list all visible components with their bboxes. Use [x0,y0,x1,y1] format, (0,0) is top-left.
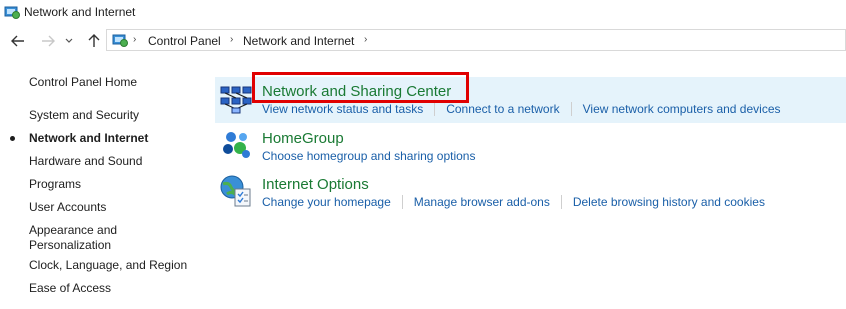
sidebar-item-ease-of-access[interactable]: Ease of Access [29,281,111,296]
navigation-bar: › Control Panel › Network and Internet › [0,28,846,54]
section-internet-options: Internet Options Change your homepage Ma… [215,170,846,216]
link-manage-browser-addons[interactable]: Manage browser add-ons [414,195,550,209]
breadcrumb-control-panel[interactable]: Control Panel [148,34,221,48]
up-arrow-icon [88,34,100,47]
link-delete-browsing-history[interactable]: Delete browsing history and cookies [573,195,765,209]
chevron-right-icon[interactable]: › [230,34,233,45]
network-sharing-center-links: View network status and tasks Connect to… [262,101,781,117]
forward-button[interactable] [38,30,58,52]
network-sharing-icon [220,86,252,114]
sidebar-item-network-and-internet: Network and Internet [29,131,149,145]
breadcrumb-network-and-internet[interactable]: Network and Internet [243,34,354,48]
address-bar[interactable]: › Control Panel › Network and Internet › [106,29,846,51]
title-bar: Network and Internet [0,0,846,24]
sidebar-item-appearance-and-personalization[interactable]: Appearance and Personalization [29,223,117,253]
window-title: Network and Internet [24,5,136,19]
internet-options-icon [220,175,251,207]
sidebar-item-system-and-security[interactable]: System and Security [29,108,139,123]
link-choose-homegroup-options[interactable]: Choose homegroup and sharing options [262,149,475,163]
back-button[interactable] [8,30,28,52]
section-homegroup: HomeGroup Choose homegroup and sharing o… [215,124,846,170]
highlight-annotation-box [252,72,469,103]
chevron-down-icon [65,38,73,43]
network-globe-icon [4,6,20,19]
sidebar-item-programs[interactable]: Programs [29,177,81,192]
link-change-homepage[interactable]: Change your homepage [262,195,391,209]
link-divider [570,102,572,116]
chevron-right-icon[interactable]: › [133,34,136,45]
chevron-right-icon[interactable]: › [364,34,367,45]
internet-options-links: Change your homepage Manage browser add-… [262,194,765,210]
homegroup-icon [223,132,250,158]
up-button[interactable] [84,30,104,52]
link-divider [401,195,403,209]
sidebar-item-clock-language-region[interactable]: Clock, Language, and Region [29,258,187,273]
sidebar-item-control-panel-home[interactable]: Control Panel Home [29,75,137,90]
link-view-network-status[interactable]: View network status and tasks [262,102,423,116]
sidebar-item-user-accounts[interactable]: User Accounts [29,200,106,215]
link-view-network-computers[interactable]: View network computers and devices [583,102,781,116]
link-divider [434,102,436,116]
internet-options-title[interactable]: Internet Options [262,176,369,193]
link-connect-to-network[interactable]: Connect to a network [446,102,559,116]
control-panel-icon [112,34,128,47]
homegroup-title[interactable]: HomeGroup [262,130,344,147]
sidebar-item-hardware-and-sound[interactable]: Hardware and Sound [29,154,142,169]
link-divider [560,195,562,209]
back-arrow-icon [11,35,24,47]
recent-locations-button[interactable] [62,30,76,52]
forward-arrow-icon [42,35,55,47]
homegroup-links: Choose homegroup and sharing options [262,148,475,164]
current-item-bullet [10,136,15,141]
